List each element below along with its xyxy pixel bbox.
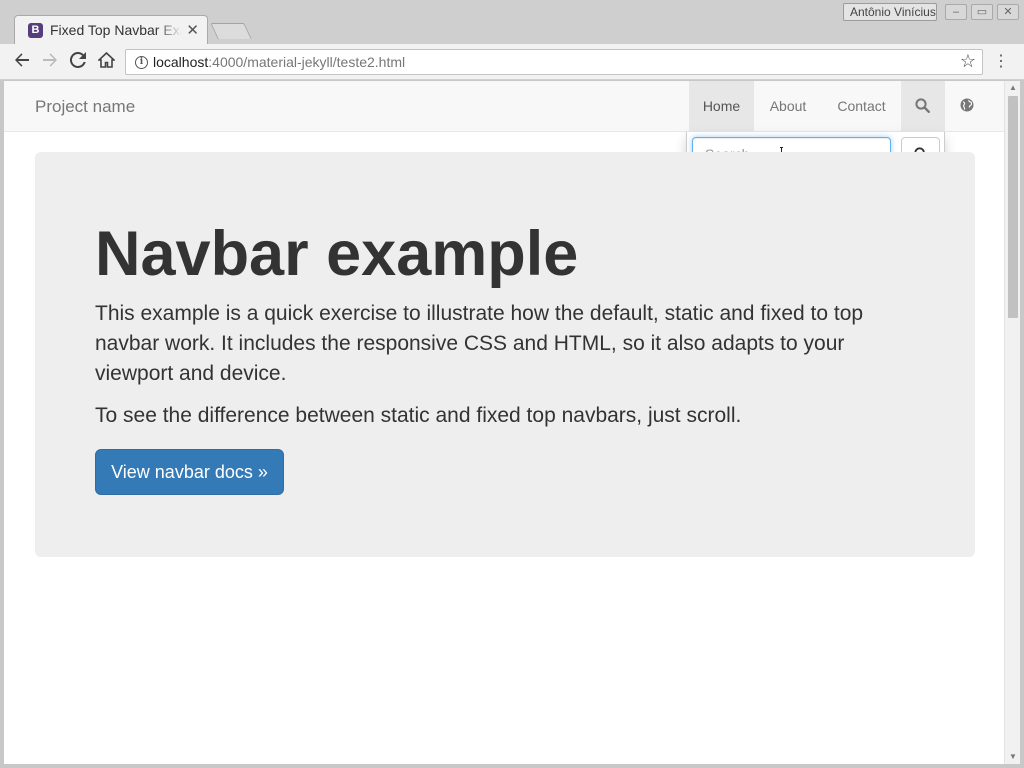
- back-arrow-icon[interactable]: [10, 50, 34, 74]
- jumbotron-lead-text: This example is a quick exercise to illu…: [95, 302, 864, 385]
- scroll-down-arrow-icon[interactable]: ▼: [1005, 750, 1021, 764]
- jumbotron: Navbar example This example is a quick e…: [35, 152, 975, 557]
- maximize-window-button[interactable]: ▭: [971, 4, 993, 20]
- profile-user-badge[interactable]: Antônio Vinícius: [843, 3, 937, 21]
- home-icon[interactable]: [94, 50, 118, 74]
- nav-link-contact[interactable]: Contact: [822, 81, 901, 131]
- window-frame-bottom: [0, 764, 1024, 768]
- nav-link-about[interactable]: About: [754, 81, 822, 131]
- close-window-button[interactable]: ✕: [997, 4, 1019, 20]
- nav-search-toggle[interactable]: [901, 81, 945, 131]
- jumbotron-scroll-note: To see the difference between static and…: [95, 404, 742, 427]
- new-tab-button[interactable]: [210, 23, 252, 39]
- nav-language-toggle[interactable]: [945, 81, 989, 131]
- info-icon[interactable]: i: [135, 56, 148, 69]
- scrollbar-thumb[interactable]: [1008, 96, 1018, 318]
- close-tab-icon[interactable]: ✕: [186, 21, 199, 39]
- navbar: Project name Home About Contact: [4, 81, 1004, 132]
- scroll-up-arrow-icon[interactable]: ▲: [1005, 81, 1021, 95]
- address-bar[interactable]: i localhost:4000/material-jekyll/teste2.…: [125, 49, 983, 75]
- view-navbar-docs-button[interactable]: View navbar docs »: [95, 449, 284, 495]
- nav-link-home[interactable]: Home: [689, 81, 754, 131]
- page-title: Navbar example: [95, 219, 579, 289]
- browser-titlebar: B Fixed Top Navbar Example ✕ Antônio Vin…: [0, 0, 1024, 45]
- window-frame-edge: [1020, 81, 1024, 768]
- bootstrap-favicon-icon: B: [28, 23, 43, 38]
- page-viewport: Project name Home About Contact Search N…: [4, 81, 1004, 764]
- url-text: localhost:4000/material-jekyll/teste2.ht…: [153, 54, 406, 70]
- search-icon: [915, 98, 930, 113]
- minimize-window-button[interactable]: –: [945, 4, 967, 20]
- vertical-scrollbar[interactable]: ▲ ▼: [1004, 81, 1020, 764]
- reload-icon[interactable]: [66, 50, 90, 74]
- navbar-brand[interactable]: Project name: [35, 97, 135, 117]
- forward-arrow-icon[interactable]: [38, 50, 62, 74]
- tab-title: Fixed Top Navbar Example: [50, 22, 182, 38]
- browser-toolbar: i localhost:4000/material-jekyll/teste2.…: [0, 44, 1024, 80]
- browser-tab[interactable]: B Fixed Top Navbar Example ✕: [14, 15, 208, 45]
- globe-icon: [960, 98, 974, 112]
- browser-menu-icon[interactable]: ⋮: [993, 50, 1009, 74]
- bookmark-star-icon[interactable]: ☆: [960, 51, 976, 72]
